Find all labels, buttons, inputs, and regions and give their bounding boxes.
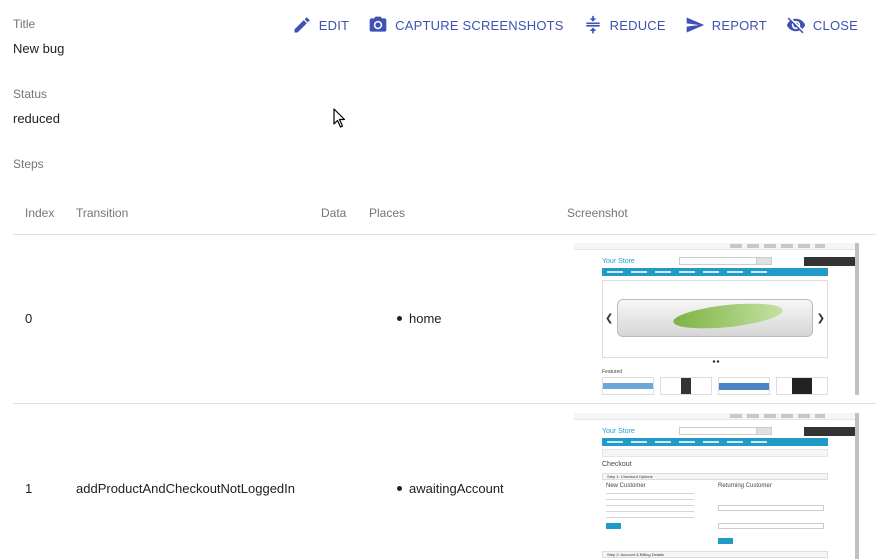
header-places: Places bbox=[369, 192, 567, 235]
title-label: Title bbox=[13, 17, 36, 31]
edit-label: EDIT bbox=[318, 17, 350, 33]
thumb-password-input bbox=[718, 522, 824, 529]
close-label: CLOSE bbox=[812, 17, 858, 33]
thumb-step-2: Step 2: Account & Billing Details bbox=[602, 550, 828, 558]
pencil-icon bbox=[294, 17, 310, 33]
camera-icon bbox=[369, 16, 387, 32]
mouse-cursor-icon bbox=[333, 108, 346, 128]
report-button[interactable]: REPORT bbox=[685, 14, 767, 36]
thumb-returning-customer: Returning Customer bbox=[718, 482, 772, 489]
thumb-slider: ❮ ❯ bbox=[602, 279, 828, 358]
row-screenshot: Your Store Checkout Step 1: Checkout Opt… bbox=[567, 403, 876, 559]
row-data bbox=[321, 234, 369, 404]
thumb-search-button bbox=[756, 426, 772, 435]
header-data: Data bbox=[321, 192, 369, 235]
capture-screenshots-label: CAPTURE SCREENSHOTS bbox=[395, 17, 564, 33]
thumb-continue-button bbox=[606, 522, 621, 529]
capture-screenshots-button[interactable]: CAPTURE SCREENSHOTS bbox=[368, 14, 564, 36]
row-data bbox=[321, 403, 369, 559]
chevron-left-icon: ❮ bbox=[605, 312, 614, 324]
place-item: home bbox=[397, 311, 567, 326]
row-places: awaitingAccount bbox=[369, 403, 567, 559]
table-row: 0 home Your Store ❮ ❯ Featured bbox=[13, 234, 876, 404]
thumb-featured-label: Featured bbox=[602, 368, 623, 375]
header-transition: Transition bbox=[76, 192, 321, 235]
screenshot-thumbnail-home[interactable]: Your Store ❮ ❯ Featured bbox=[574, 242, 859, 395]
row-index: 1 bbox=[13, 403, 76, 559]
thumb-checkout-heading: Checkout bbox=[602, 460, 632, 468]
thumb-store-logo: Your Store bbox=[602, 427, 635, 435]
row-transition: addProductAndCheckoutNotLoggedIn bbox=[76, 403, 321, 559]
thumb-phone-image bbox=[617, 298, 813, 337]
header-screenshot: Screenshot bbox=[567, 192, 876, 235]
report-label: REPORT bbox=[711, 17, 767, 33]
thumb-nav bbox=[602, 437, 828, 446]
thumb-new-customer-text bbox=[606, 492, 694, 519]
place-item: awaitingAccount bbox=[397, 481, 567, 496]
status-value: reduced bbox=[13, 111, 60, 126]
edit-button[interactable]: EDIT bbox=[292, 14, 349, 36]
row-index: 0 bbox=[13, 234, 76, 404]
thumb-step-1: Step 1: Checkout Options bbox=[602, 472, 828, 480]
thumb-cart-button bbox=[804, 256, 855, 266]
send-icon bbox=[686, 17, 704, 33]
row-screenshot: Your Store ❮ ❯ Featured bbox=[567, 234, 876, 404]
thumb-login-button bbox=[718, 537, 733, 544]
steps-label: Steps bbox=[13, 157, 44, 171]
row-places: home bbox=[369, 234, 567, 404]
thumb-topbar bbox=[574, 412, 855, 420]
screenshot-thumbnail-checkout[interactable]: Your Store Checkout Step 1: Checkout Opt… bbox=[574, 412, 859, 559]
thumb-slider-dots bbox=[712, 359, 720, 363]
thumb-topbar bbox=[574, 242, 855, 250]
row-transition bbox=[76, 234, 321, 404]
thumb-new-customer: New Customer bbox=[606, 482, 646, 489]
table-row: 1 addProductAndCheckoutNotLoggedIn await… bbox=[13, 403, 876, 559]
thumb-nav bbox=[602, 267, 828, 276]
visibility-off-icon bbox=[786, 17, 806, 34]
thumb-email-input bbox=[718, 504, 824, 511]
thumb-store-logo: Your Store bbox=[602, 257, 635, 265]
header-index: Index bbox=[13, 192, 76, 235]
compress-icon bbox=[586, 15, 600, 34]
action-toolbar: EDIT CAPTURE SCREENSHOTS REDUCE REPORT C… bbox=[273, 14, 858, 36]
reduce-button[interactable]: REDUCE bbox=[583, 14, 666, 36]
thumb-cart-button bbox=[804, 426, 855, 436]
thumb-breadcrumb bbox=[602, 448, 828, 457]
thumb-products bbox=[602, 376, 828, 395]
close-button[interactable]: CLOSE bbox=[786, 14, 858, 36]
title-value: New bug bbox=[13, 41, 65, 56]
chevron-right-icon: ❯ bbox=[816, 312, 825, 324]
steps-table: Index Transition Data Places Screenshot … bbox=[13, 192, 876, 559]
status-label: Status bbox=[13, 87, 48, 101]
table-header-row: Index Transition Data Places Screenshot bbox=[13, 192, 876, 235]
reduce-label: REDUCE bbox=[609, 17, 666, 33]
thumb-search-button bbox=[756, 256, 772, 265]
